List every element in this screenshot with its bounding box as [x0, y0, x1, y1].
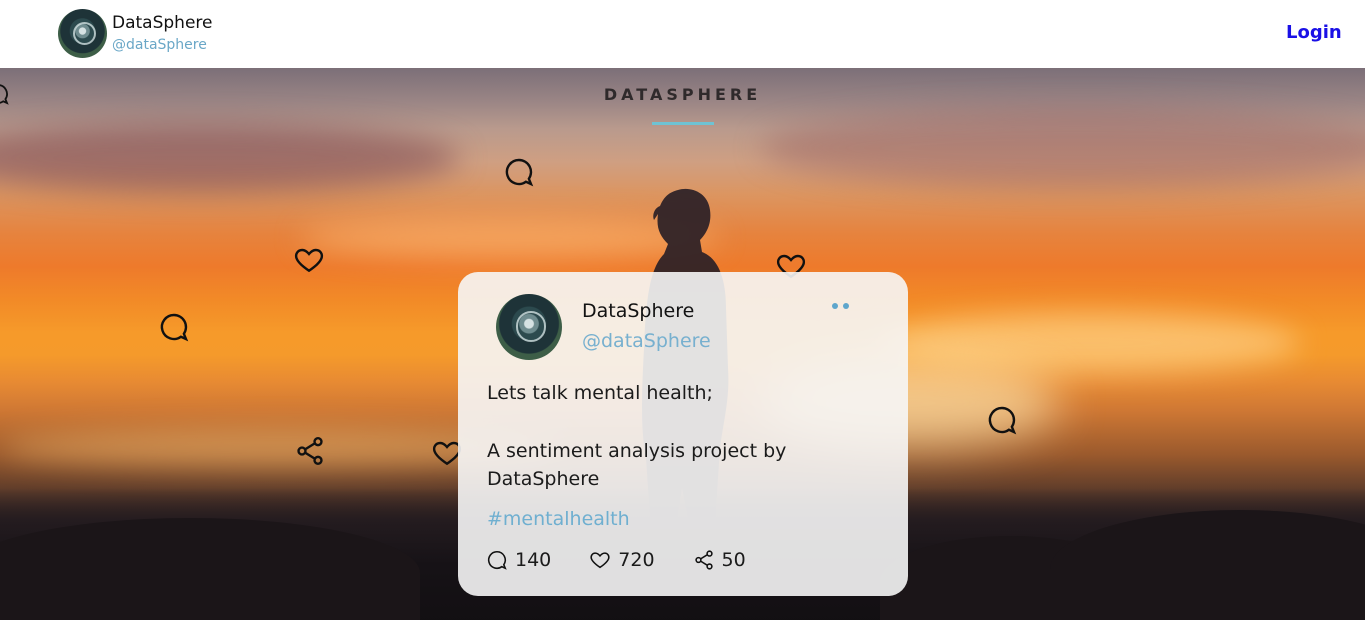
more-dots-icon[interactable]: [832, 299, 860, 313]
avatar: [58, 9, 107, 58]
hero-cloud: [0, 123, 460, 193]
hill: [0, 518, 420, 620]
site-header: DataSphere @dataSphere Login: [0, 0, 1365, 68]
brand-handle: @dataSphere: [112, 37, 207, 53]
hero-section: DATASPHERE DataSphere @dataSphere Lets t…: [0, 68, 1365, 620]
share-button[interactable]: 50: [693, 549, 746, 571]
comment-count: 140: [515, 549, 552, 571]
post-card: DataSphere @dataSphere Lets talk mental …: [458, 272, 908, 596]
comment-bubble-icon: [503, 156, 535, 188]
login-link[interactable]: Login: [1286, 22, 1342, 43]
share-icon: [294, 435, 326, 467]
post-stats: 140 720 50: [486, 549, 784, 571]
post-text-line2: A sentiment analysis project by DataSphe…: [487, 440, 787, 490]
hill: [1050, 510, 1365, 620]
post-author-name[interactable]: DataSphere: [582, 300, 694, 322]
brand[interactable]: DataSphere @dataSphere: [58, 9, 212, 58]
hero-cloud: [760, 108, 1365, 188]
comment-bubble-icon: [487, 550, 507, 570]
comment-bubble-icon: [0, 82, 10, 106]
comment-button[interactable]: 140: [486, 549, 551, 571]
post-avatar[interactable]: [496, 294, 562, 360]
site-title: DATASPHERE: [603, 85, 762, 104]
like-button[interactable]: 720: [589, 549, 655, 571]
post-text-line1: Lets talk mental health;: [487, 382, 713, 404]
share-icon: [694, 550, 713, 570]
hero-cloud: [300, 218, 720, 258]
post-author-handle[interactable]: @dataSphere: [582, 330, 711, 352]
brand-text: DataSphere @dataSphere: [112, 13, 213, 53]
heart-icon: [293, 244, 325, 276]
comment-bubble-icon: [158, 311, 190, 343]
title-underline: [652, 122, 714, 125]
post-hashtag[interactable]: #mentalhealth: [487, 508, 630, 530]
heart-icon: [590, 552, 610, 569]
like-count: 720: [618, 549, 655, 571]
share-count: 50: [721, 549, 746, 571]
comment-bubble-icon: [986, 404, 1018, 436]
brand-name: DataSphere: [112, 13, 213, 33]
